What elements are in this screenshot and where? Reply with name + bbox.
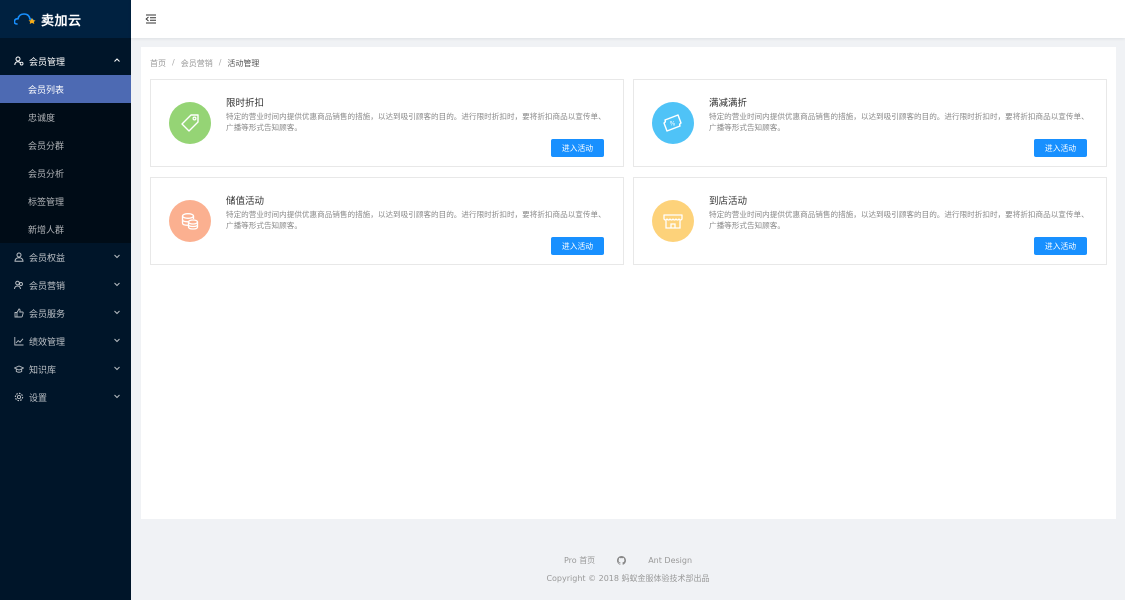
- sidebar-item-label: 会员权益: [29, 253, 66, 264]
- chevron-down-icon: [114, 394, 120, 399]
- footer-link-pro-home[interactable]: Pro 首页: [564, 555, 595, 566]
- team-icon: [14, 280, 24, 290]
- card-title: 到店活动: [709, 196, 748, 207]
- sidebar-item-loyalty[interactable]: 忠诚度: [0, 103, 131, 131]
- card-title: 满减满折: [709, 98, 748, 109]
- sidebar-item-label: 设置: [29, 393, 48, 404]
- chevron-down-icon: [114, 254, 120, 259]
- discount-ticket-icon: %: [652, 102, 694, 144]
- breadcrumb-current: 活动管理: [227, 59, 260, 68]
- sidebar-item-member-segments[interactable]: 会员分群: [0, 131, 131, 159]
- enter-activity-button[interactable]: 进入活动: [1034, 237, 1087, 255]
- menu-fold-icon[interactable]: [145, 13, 157, 25]
- user-icon: [14, 252, 24, 262]
- side-menu: 会员管理 会员列表 忠诚度 会员分群 会员分析 标签管理 新增人群 会员权益 会…: [0, 38, 131, 411]
- graduation-cap-icon: [14, 364, 24, 374]
- breadcrumb: 首页 / 会员营销 / 活动管理: [150, 58, 259, 69]
- sidebar-item-tag-management[interactable]: 标签管理: [0, 187, 131, 215]
- sidebar-item-performance[interactable]: 绩效管理: [0, 327, 131, 355]
- sidebar-item-label: 绩效管理: [29, 337, 66, 348]
- sidebar-item-member-marketing[interactable]: 会员营销: [0, 271, 131, 299]
- activity-card-in-store: 到店活动 特定的营业时间内提供优惠商品销售的措施，以达到吸引顾客的目的。进行限时…: [633, 177, 1107, 265]
- top-header: [131, 0, 1125, 38]
- card-title: 限时折扣: [226, 98, 265, 109]
- sidebar-item-knowledge-base[interactable]: 知识库: [0, 355, 131, 383]
- card-title: 储值活动: [226, 196, 265, 207]
- global-footer: Pro 首页 Ant Design Copyright © 2018 蚂蚁金服体…: [131, 552, 1125, 584]
- main-content: 首页 / 会员营销 / 活动管理 限时折扣 特定的营业时间内提供优惠商品销售的措…: [141, 47, 1116, 519]
- copyright-text: Copyright © 2018 蚂蚁金服体验技术部出品: [546, 574, 710, 583]
- chevron-down-icon: [114, 310, 120, 315]
- sidebar-item-label: 知识库: [29, 365, 57, 376]
- sidebar-item-member-analysis[interactable]: 会员分析: [0, 159, 131, 187]
- sidebar-item-new-audience[interactable]: 新增人群: [0, 215, 131, 243]
- user-icon: [14, 56, 24, 66]
- enter-activity-button[interactable]: 进入活动: [551, 139, 604, 157]
- sidebar-item-label: 会员营销: [29, 281, 66, 292]
- sidebar-item-member-management[interactable]: 会员管理: [0, 47, 131, 75]
- line-chart-icon: [14, 336, 24, 346]
- sidebar: 卖加云 会员管理 会员列表 忠诚度 会员分群 会员分析 标签管理 新增人群 会员…: [0, 0, 131, 600]
- breadcrumb-separator: /: [172, 58, 175, 67]
- card-description: 特定的营业时间内提供优惠商品销售的措施，以达到吸引顾客的目的。进行限时折扣时，要…: [709, 112, 1089, 132]
- chevron-down-icon: [114, 282, 120, 287]
- sidebar-item-label: 会员管理: [29, 57, 66, 68]
- chevron-up-icon: [114, 58, 120, 62]
- tag-icon: [169, 102, 211, 144]
- footer-link-ant-design[interactable]: Ant Design: [648, 556, 692, 565]
- sidebar-item-member-list[interactable]: 会员列表: [0, 75, 131, 103]
- breadcrumb-separator: /: [218, 58, 222, 67]
- github-icon[interactable]: [617, 555, 627, 565]
- coins-icon: [169, 200, 211, 242]
- app-name: 卖加云: [41, 13, 82, 29]
- gear-icon: [14, 392, 24, 402]
- svg-text:%: %: [670, 121, 676, 128]
- sidebar-item-member-service[interactable]: 会员服务: [0, 299, 131, 327]
- card-description: 特定的营业时间内提供优惠商品销售的措施，以达到吸引顾客的目的。进行限时折扣时，要…: [709, 210, 1089, 230]
- cloud-logo-icon: [14, 13, 36, 25]
- activity-card-full-reduction: % 满减满折 特定的营业时间内提供优惠商品销售的措施，以达到吸引顾客的目的。进行…: [633, 79, 1107, 167]
- like-icon: [14, 308, 24, 318]
- store-icon: [652, 200, 694, 242]
- sidebar-item-member-benefits[interactable]: 会员权益: [0, 243, 131, 271]
- enter-activity-button[interactable]: 进入活动: [551, 237, 604, 255]
- footer-links: Pro 首页 Ant Design: [131, 552, 1125, 568]
- breadcrumb-home[interactable]: 首页: [150, 58, 166, 69]
- logo[interactable]: 卖加云: [0, 0, 131, 38]
- activity-card-stored-value: 储值活动 特定的营业时间内提供优惠商品销售的措施，以达到吸引顾客的目的。进行限时…: [150, 177, 624, 265]
- breadcrumb-member-marketing[interactable]: 会员营销: [181, 58, 213, 69]
- sidebar-item-settings[interactable]: 设置: [0, 383, 131, 411]
- submenu-member-management: 会员列表 忠诚度 会员分群 会员分析 标签管理 新增人群: [0, 75, 131, 243]
- enter-activity-button[interactable]: 进入活动: [1034, 139, 1087, 157]
- chevron-down-icon: [114, 338, 120, 343]
- sidebar-item-label: 会员服务: [29, 309, 66, 320]
- card-description: 特定的营业时间内提供优惠商品销售的措施，以达到吸引顾客的目的。进行限时折扣时，要…: [226, 112, 606, 132]
- card-description: 特定的营业时间内提供优惠商品销售的措施，以达到吸引顾客的目的。进行限时折扣时，要…: [226, 210, 606, 230]
- activity-card-flash-discount: 限时折扣 特定的营业时间内提供优惠商品销售的措施，以达到吸引顾客的目的。进行限时…: [150, 79, 624, 167]
- chevron-down-icon: [114, 366, 120, 371]
